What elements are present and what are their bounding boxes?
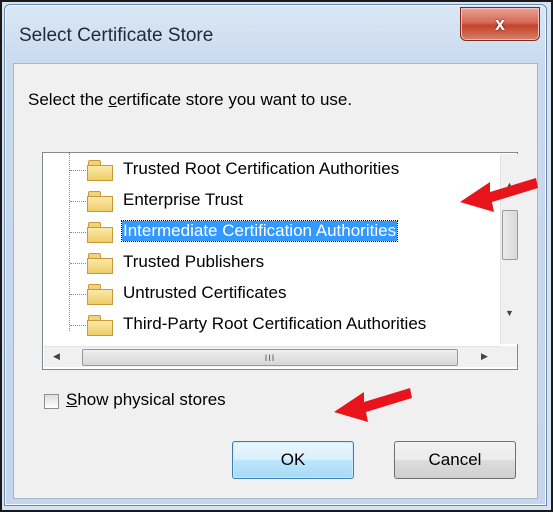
cancel-button[interactable]: Cancel — [394, 441, 516, 479]
tree-branch-line — [70, 201, 88, 203]
close-icon: x — [494, 13, 505, 34]
tree-branch-line — [70, 263, 88, 265]
tree-item-untrusted[interactable]: Untrusted Certificates — [43, 279, 483, 309]
red-arrow-icon — [460, 178, 538, 212]
show-physical-stores-checkbox[interactable] — [44, 394, 59, 409]
tree-item-label: Third-Party Root Certification Authoriti… — [123, 314, 427, 333]
dialog-title: Select Certificate Store — [19, 25, 214, 46]
tree-item-trusted-publishers[interactable]: Trusted Publishers — [43, 248, 483, 278]
vertical-scroll-thumb[interactable] — [502, 210, 518, 260]
folder-icon — [87, 315, 113, 336]
scroll-down-icon[interactable]: ▼ — [501, 304, 518, 321]
instruction-text: Select the certificate store you want to… — [28, 90, 353, 109]
folder-icon — [87, 284, 113, 305]
close-button[interactable]: x — [460, 7, 540, 41]
folder-icon — [87, 253, 113, 274]
horizontal-scroll-thumb[interactable]: III — [82, 349, 458, 366]
tree-item-intermediate[interactable]: Intermediate Certification Authorities — [43, 217, 483, 247]
scroll-corner — [500, 346, 517, 367]
tree-item-trusted-root[interactable]: Trusted Root Certification Authorities — [43, 155, 483, 185]
folder-icon — [87, 191, 113, 212]
tree-branch-line — [70, 325, 88, 327]
horizontal-scrollbar[interactable]: ◀ III ▶ — [44, 346, 500, 367]
ok-button[interactable]: OK — [232, 441, 354, 479]
tree-item-label: Trusted Root Certification Authorities — [123, 159, 400, 178]
show-physical-stores-label[interactable]: Show physical stores — [66, 390, 226, 410]
scroll-right-icon[interactable]: ▶ — [476, 348, 493, 365]
tree-branch-line — [70, 170, 88, 172]
tree-item-label-selected: Intermediate Certification Authorities — [120, 220, 399, 242]
tree-item-enterprise-trust[interactable]: Enterprise Trust — [43, 186, 483, 216]
tree-item-third-party-root[interactable]: Third-Party Root Certification Authoriti… — [43, 310, 483, 344]
tree-item-label: Enterprise Trust — [123, 190, 243, 209]
tree-branch-line — [70, 294, 88, 296]
title-bar[interactable]: Select Certificate Store x — [5, 5, 546, 63]
tree-item-label: Untrusted Certificates — [123, 283, 287, 302]
tree-branch-line — [70, 232, 88, 234]
tree-item-label: Trusted Publishers — [123, 252, 265, 271]
folder-icon — [87, 222, 113, 243]
red-arrow-icon — [334, 388, 412, 422]
folder-icon — [87, 160, 113, 181]
certificate-store-tree[interactable]: Trusted Root Certification Authorities E… — [42, 152, 518, 370]
scroll-left-icon[interactable]: ◀ — [48, 348, 65, 365]
